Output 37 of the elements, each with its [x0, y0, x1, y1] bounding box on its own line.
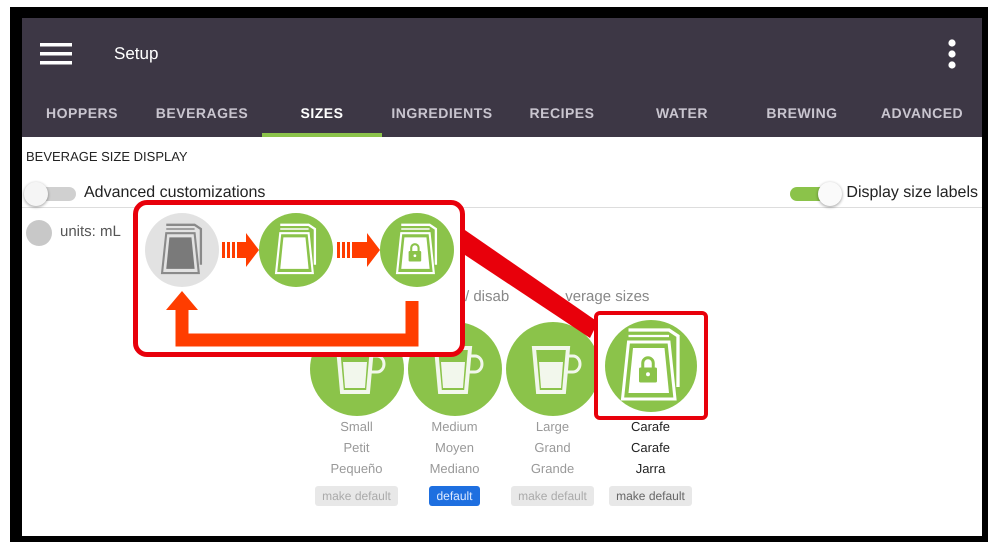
size-label: Medium — [430, 418, 479, 436]
tab[interactable]: WATER — [622, 90, 742, 137]
disabled-carafe-icon — [145, 213, 219, 287]
app-title: Setup — [114, 43, 158, 66]
radio-button[interactable] — [26, 220, 52, 246]
tab[interactable]: INGREDIENTS — [382, 90, 502, 137]
size-label: Small — [339, 418, 374, 436]
default-button[interactable]: make default — [609, 486, 692, 506]
carafe-icon — [259, 213, 333, 287]
menu-icon[interactable] — [40, 43, 72, 65]
size-label: Mediano — [430, 460, 480, 478]
size-label: Jarra — [634, 460, 666, 478]
right-arrow — [222, 233, 259, 267]
size-label: Grande — [530, 460, 574, 478]
size-label: Moyen — [434, 439, 476, 457]
size-label: Carafe — [630, 439, 670, 457]
size-label: Carafe — [630, 418, 670, 436]
tab[interactable]: ADVANCED — [862, 90, 982, 137]
units-label: units: mL — [60, 222, 121, 242]
right-arrow — [337, 233, 380, 267]
default-button[interactable]: default — [429, 486, 480, 506]
more-icon[interactable] — [948, 39, 956, 69]
size-label: Petit — [342, 439, 370, 457]
tab[interactable]: RECIPES — [502, 90, 622, 137]
tab[interactable]: BEVERAGES — [142, 90, 262, 137]
size-label: Grand — [533, 439, 572, 457]
tab[interactable]: SIZES — [262, 90, 382, 137]
toggle-label: Display size labels — [846, 182, 978, 202]
tab[interactable]: BREWING — [742, 90, 862, 137]
locked-carafe-icon — [380, 213, 454, 287]
heading-fragment: / disab — [465, 286, 510, 306]
toggle-label: Advanced customizations — [84, 182, 266, 202]
section-title: BEVERAGE SIZE DISPLAY — [25, 148, 189, 166]
size-label: Large — [534, 418, 570, 436]
size-label: Pequeño — [330, 460, 383, 478]
heading-fragment: verage sizes — [565, 286, 650, 306]
tab[interactable]: HOPPERS — [22, 90, 142, 137]
